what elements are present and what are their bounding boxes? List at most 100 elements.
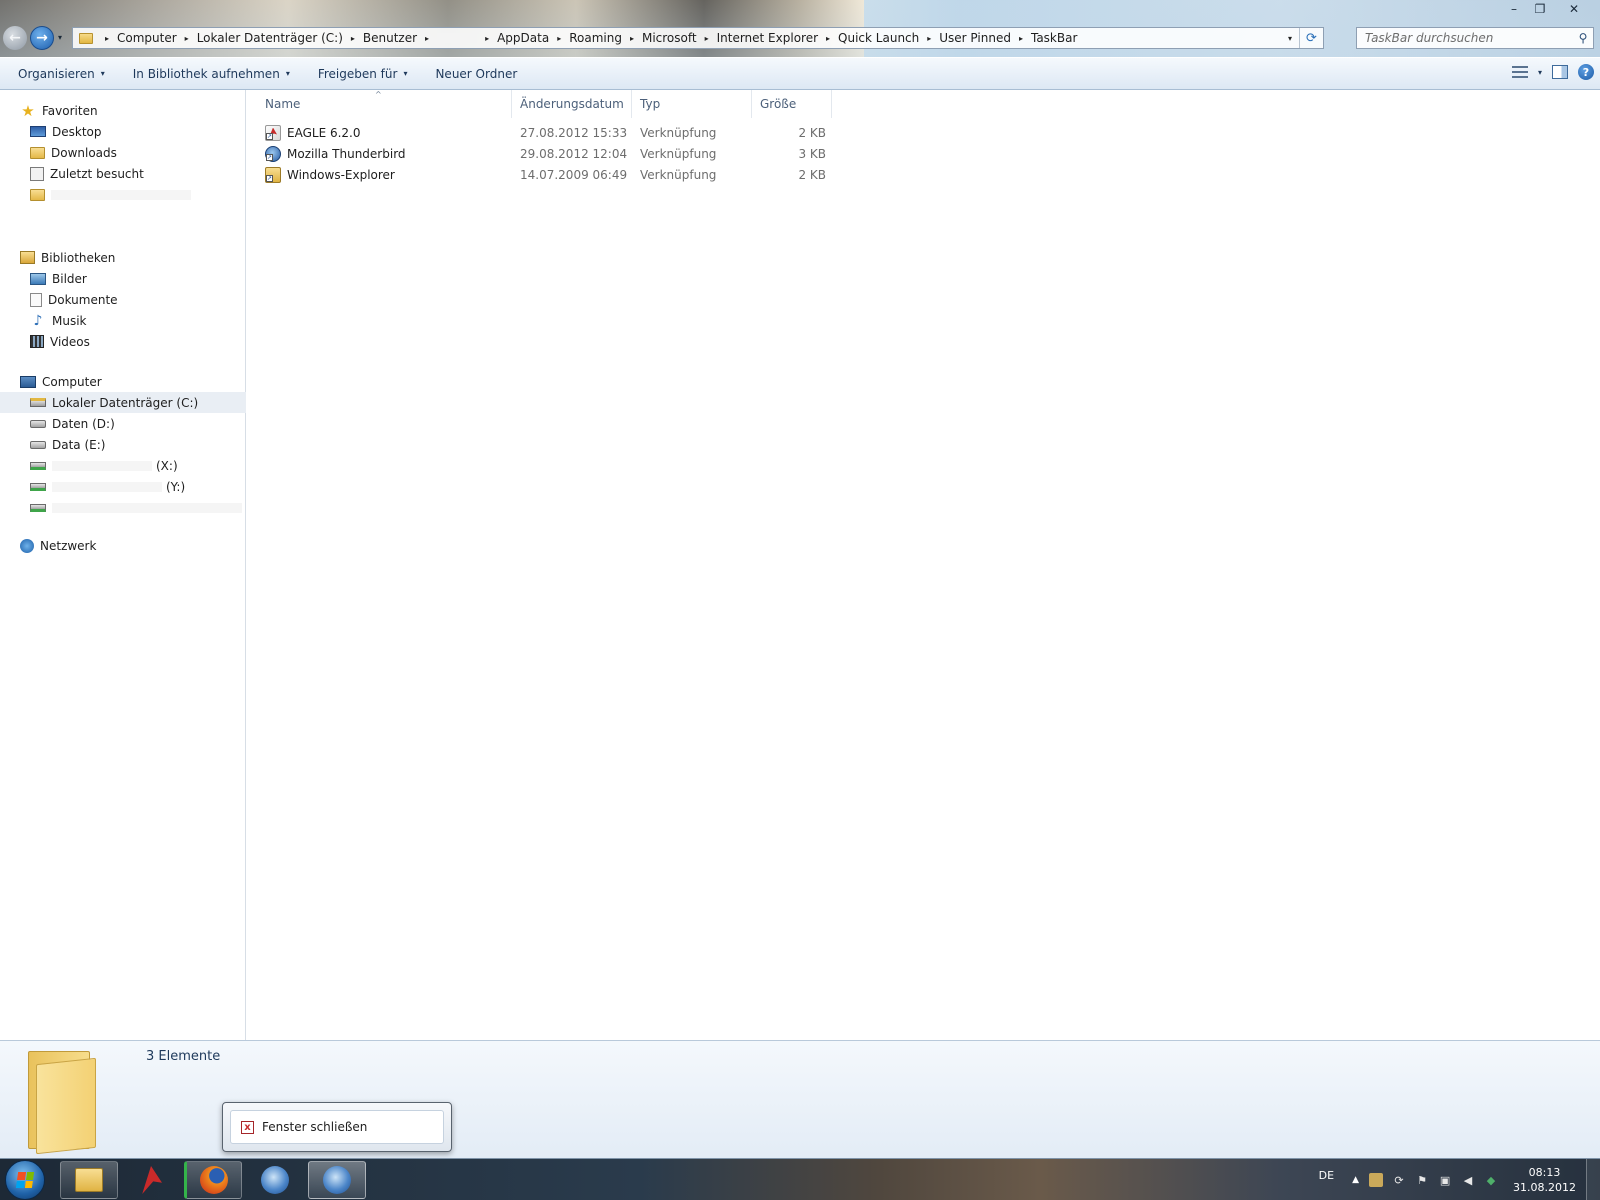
breadcrumb-separator[interactable]: ▸	[826, 34, 830, 43]
volume-icon[interactable]: ◀	[1461, 1173, 1475, 1187]
breadcrumb-roaming[interactable]: Roaming	[569, 31, 622, 45]
nav-item-network-drive-y[interactable]: (Y:)	[0, 476, 246, 497]
file-row-thunderbird[interactable]: ↗ Mozilla Thunderbird 29.08.2012 12:04 Ve…	[247, 143, 834, 164]
breadcrumb-user-pinned[interactable]: User Pinned	[939, 31, 1011, 45]
address-history-dropdown[interactable]: ▾	[1281, 34, 1299, 43]
language-indicator[interactable]: DE	[1319, 1169, 1334, 1182]
breadcrumb-user-redacted[interactable]	[437, 33, 478, 43]
search-icon[interactable]: ⚲	[1573, 31, 1593, 45]
breadcrumb-separator[interactable]: ▸	[185, 34, 189, 43]
nav-item-drive-d[interactable]: Daten (D:)	[0, 413, 246, 434]
file-name-cell[interactable]: ↗ Mozilla Thunderbird	[247, 145, 514, 162]
taskbar-firefox-button[interactable]	[184, 1161, 242, 1199]
taskbar-thunderbird-pinned-button[interactable]	[246, 1161, 304, 1199]
network-header[interactable]: Netzwerk	[0, 535, 246, 556]
address-bar[interactable]: ▸ Computer ▸ Lokaler Datenträger (C:) ▸ …	[72, 27, 1324, 49]
nav-item-music[interactable]: ♪ Musik	[0, 310, 246, 331]
network-status-icon[interactable]: ▣	[1438, 1173, 1452, 1187]
view-options-dropdown[interactable]: ▾	[1538, 68, 1542, 77]
search-input[interactable]	[1357, 31, 1573, 45]
navigation-pane: ★ Favoriten Desktop Downloads Zuletzt bes…	[0, 90, 246, 1040]
nav-item-recent-places[interactable]: Zuletzt besucht	[0, 163, 246, 184]
show-hidden-icons-button[interactable]: ▲	[1352, 1175, 1359, 1185]
taskbar-thunderbird-active-button[interactable]	[308, 1161, 366, 1199]
breadcrumb-local-disk[interactable]: Lokaler Datenträger (C:)	[197, 31, 343, 45]
new-folder-button[interactable]: Neuer Ordner	[425, 67, 527, 81]
breadcrumb-separator[interactable]: ▸	[105, 34, 109, 43]
breadcrumb-separator[interactable]: ▸	[1019, 34, 1023, 43]
libraries-group: Bibliotheken Bilder Dokumente ♪ Musik Vid…	[0, 247, 246, 352]
share-with-menu[interactable]: Freigeben für ▾	[308, 67, 418, 81]
include-in-library-menu[interactable]: In Bibliothek aufnehmen ▾	[123, 67, 300, 81]
system-drive-icon	[30, 398, 46, 407]
refresh-button[interactable]: ⟳	[1299, 28, 1323, 48]
organize-menu[interactable]: Organisieren ▾	[8, 67, 115, 81]
file-name-cell[interactable]: ↗ EAGLE 6.2.0	[247, 124, 514, 141]
file-row-eagle[interactable]: ↗ EAGLE 6.2.0 27.08.2012 15:33 Verknüpfun…	[247, 122, 834, 143]
back-button[interactable]: ←	[3, 26, 27, 50]
window-titlebar: – ❐ ✕ ← → ▾ ▸ Computer ▸ Lokaler Datentr…	[0, 0, 1600, 57]
column-header-type[interactable]: Typ	[632, 90, 752, 118]
file-date: 29.08.2012 12:04	[520, 146, 628, 161]
file-date: 14.07.2009 06:49	[520, 167, 628, 182]
file-type: Verknüpfung	[640, 167, 717, 182]
nav-item-redacted-folder[interactable]	[0, 184, 246, 205]
breadcrumb-microsoft[interactable]: Microsoft	[642, 31, 697, 45]
breadcrumb-internet-explorer[interactable]: Internet Explorer	[717, 31, 818, 45]
close-button[interactable]: ✕	[1554, 0, 1594, 17]
breadcrumb-separator[interactable]: ▸	[351, 34, 355, 43]
tray-app-icon[interactable]	[1369, 1173, 1384, 1187]
change-view-icon[interactable]	[1511, 66, 1528, 78]
sync-icon[interactable]: ⟳	[1392, 1173, 1406, 1187]
forward-button[interactable]: →	[30, 26, 54, 50]
nav-item-network-drive-redacted[interactable]	[0, 497, 246, 518]
breadcrumb-separator[interactable]: ▸	[425, 34, 429, 43]
nav-item-pictures[interactable]: Bilder	[0, 268, 246, 289]
favorites-header[interactable]: ★ Favoriten	[0, 100, 246, 121]
column-header-size[interactable]: Größe	[752, 90, 832, 118]
recent-pages-dropdown[interactable]: ▾	[58, 33, 62, 42]
breadcrumb-users[interactable]: Benutzer	[363, 31, 417, 45]
breadcrumb-separator[interactable]: ▸	[705, 34, 709, 43]
breadcrumb-separator[interactable]: ▸	[927, 34, 931, 43]
nav-item-label: Data (E:)	[52, 437, 106, 452]
nav-item-videos[interactable]: Videos	[0, 331, 246, 352]
breadcrumb-separator[interactable]: ▸	[630, 34, 634, 43]
nav-item-network-drive-x[interactable]: (X:)	[0, 455, 246, 476]
nav-item-local-disk-c[interactable]: Lokaler Datenträger (C:)	[0, 392, 246, 413]
nav-item-label: Daten (D:)	[52, 416, 115, 431]
taskbar-explorer-button[interactable]	[60, 1161, 118, 1199]
favorites-group: ★ Favoriten Desktop Downloads Zuletzt bes…	[0, 100, 246, 205]
column-header-name[interactable]: ^ Name	[247, 90, 512, 118]
show-desktop-button[interactable]	[1586, 1159, 1600, 1200]
nav-item-downloads[interactable]: Downloads	[0, 142, 246, 163]
close-window-icon: x	[241, 1120, 254, 1134]
close-window-item[interactable]: x Fenster schließen	[230, 1110, 444, 1144]
breadcrumb-appdata[interactable]: AppData	[497, 31, 549, 45]
breadcrumb-computer[interactable]: Computer	[117, 31, 177, 45]
view-controls: ▾ ?	[1511, 64, 1594, 80]
help-icon[interactable]: ?	[1578, 64, 1594, 80]
breadcrumb-separator[interactable]: ▸	[557, 34, 561, 43]
taskbar-eagle-button[interactable]	[122, 1161, 180, 1199]
breadcrumb-separator[interactable]: ▸	[485, 34, 489, 43]
breadcrumb-taskbar[interactable]: TaskBar	[1031, 31, 1077, 45]
action-center-flag-icon[interactable]: ⚑	[1415, 1173, 1429, 1187]
maximize-button[interactable]: ❐	[1528, 0, 1552, 17]
security-shield-icon[interactable]: ◆	[1484, 1173, 1498, 1187]
breadcrumb-quick-launch[interactable]: Quick Launch	[838, 31, 919, 45]
clock[interactable]: 08:13 31.08.2012	[1513, 1165, 1576, 1195]
desktop-icon	[30, 126, 46, 137]
nav-item-desktop[interactable]: Desktop	[0, 121, 246, 142]
minimize-button[interactable]: –	[1502, 0, 1526, 17]
file-row-windows-explorer[interactable]: ↗ Windows-Explorer 14.07.2009 06:49 Verkn…	[247, 164, 834, 185]
clock-time: 08:13	[1528, 1166, 1561, 1179]
start-button[interactable]	[5, 1160, 45, 1200]
file-name-cell[interactable]: ↗ Windows-Explorer	[247, 166, 514, 183]
libraries-header[interactable]: Bibliotheken	[0, 247, 246, 268]
nav-item-drive-e[interactable]: Data (E:)	[0, 434, 246, 455]
nav-item-documents[interactable]: Dokumente	[0, 289, 246, 310]
column-header-date[interactable]: Änderungsdatum	[512, 90, 632, 118]
preview-pane-icon[interactable]	[1552, 65, 1568, 79]
computer-header[interactable]: Computer	[0, 371, 246, 392]
